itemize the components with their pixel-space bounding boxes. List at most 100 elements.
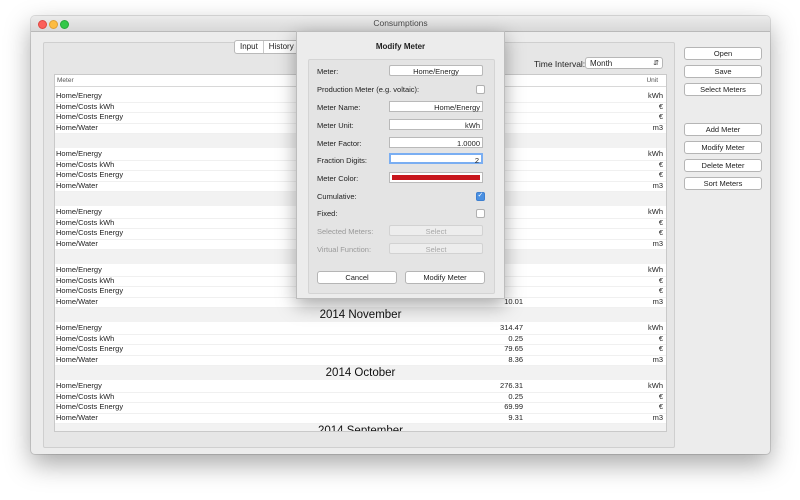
dialog-title: Modify Meter <box>375 42 426 51</box>
meter-name-cell: Home/Water <box>56 354 98 364</box>
unit-cell: kWh <box>648 207 663 216</box>
column-header-meter[interactable]: Meter <box>57 77 74 84</box>
value-cell: 0.25 <box>508 391 523 401</box>
save-button[interactable]: Save <box>684 65 762 78</box>
meter-name-cell: Home/Water <box>56 296 98 306</box>
meter-name-cell: Home/Costs Energy <box>56 112 124 121</box>
value-cell: 79.65 <box>504 344 523 353</box>
unit-cell: m3 <box>652 296 663 306</box>
title-bar: Consumptions <box>31 16 770 32</box>
meter-name-cell: Home/Energy <box>56 207 102 216</box>
selected-meters-button[interactable]: Select <box>389 225 483 236</box>
meter-name-cell: Home/Costs kWh <box>56 217 115 227</box>
unit-cell: kWh <box>648 381 663 390</box>
unit-cell: kWh <box>648 149 663 158</box>
sort-meters-button[interactable]: Sort Meters <box>684 177 762 190</box>
time-interval-label: Time Interval: <box>534 59 586 69</box>
tab-input[interactable]: Input <box>235 41 263 53</box>
unit-cell: kWh <box>648 265 663 274</box>
fixed-checkbox[interactable] <box>476 209 485 218</box>
unit-cell: m3 <box>652 180 663 190</box>
unit-cell: m3 <box>652 412 663 422</box>
time-interval-select[interactable]: Month ⇵ <box>585 57 663 69</box>
column-header-unit[interactable]: Unit <box>646 77 658 84</box>
unit-cell: € <box>658 112 663 121</box>
chevron-updown-icon: ⇵ <box>653 60 659 67</box>
production-meter-checkbox[interactable] <box>476 85 485 94</box>
unit-cell: € <box>658 217 663 227</box>
fraction-digits-field[interactable]: 2 <box>389 153 483 165</box>
value-cell: 10.01 <box>504 296 523 306</box>
cumulative-label: Cumulative: <box>317 192 357 201</box>
add-meter-button[interactable]: Add Meter <box>684 123 762 136</box>
table-row[interactable]: Home/Water 9.31 m3 <box>55 412 666 424</box>
value-cell: 276.31 <box>500 381 523 390</box>
unit-cell: kWh <box>648 323 663 332</box>
tab-history[interactable]: History <box>262 41 299 53</box>
unit-cell: € <box>658 333 663 343</box>
meter-name-cell: Home/Water <box>56 238 98 248</box>
fraction-digits-label: Fraction Digits: <box>317 156 368 165</box>
meter-unit-field[interactable]: kWh <box>389 119 483 130</box>
cumulative-checkbox[interactable] <box>476 191 485 201</box>
unit-cell: € <box>658 344 663 353</box>
meter-name-cell: Home/Water <box>56 180 98 190</box>
unit-cell: € <box>658 170 663 179</box>
unit-cell: m3 <box>652 238 663 248</box>
color-swatch <box>392 175 480 180</box>
open-button[interactable]: Open <box>684 47 762 60</box>
modify-meter-button[interactable]: Modify Meter <box>684 141 762 154</box>
time-interval-value: Month <box>590 59 613 68</box>
period-header: 2014 November <box>55 308 666 322</box>
value-cell: 9.31 <box>508 412 523 422</box>
meter-name-label: Meter Name: <box>317 103 361 112</box>
unit-cell: € <box>658 286 663 295</box>
value-cell: 0.25 <box>508 333 523 343</box>
unit-cell: kWh <box>648 91 663 100</box>
meter-unit-label: Meter Unit: <box>317 121 354 130</box>
unit-cell: € <box>658 228 663 237</box>
meter-name-cell: Home/Costs kWh <box>56 159 115 169</box>
unit-cell: m3 <box>652 354 663 364</box>
table-row[interactable]: Home/Water 8.36 m3 <box>55 354 666 366</box>
value-cell: 8.36 <box>508 354 523 364</box>
value-cell: 69.99 <box>504 402 523 411</box>
meter-name-cell: Home/Energy <box>56 91 102 100</box>
delete-meter-button[interactable]: Delete Meter <box>684 159 762 172</box>
meter-color-label: Meter Color: <box>317 174 359 183</box>
virtual-function-button[interactable]: Select <box>389 243 483 254</box>
meter-name-cell: Home/Energy <box>56 265 102 274</box>
window-title: Consumptions <box>373 18 428 28</box>
meter-name-cell: Home/Energy <box>56 149 102 158</box>
meter-popup[interactable]: Home/Energy <box>389 65 483 76</box>
meter-factor-field[interactable]: 1.0000 <box>389 137 483 148</box>
unit-cell: € <box>658 402 663 411</box>
modify-meter-submit-button[interactable]: Modify Meter <box>405 271 485 284</box>
meter-name-cell: Home/Costs Energy <box>56 402 124 411</box>
meter-name-field[interactable]: Home/Energy <box>389 101 483 112</box>
period-header: 2014 October <box>55 366 666 380</box>
meter-label: Meter: <box>317 67 339 76</box>
meter-name-cell: Home/Water <box>56 412 98 422</box>
unit-cell: € <box>658 275 663 285</box>
unit-cell: € <box>658 101 663 111</box>
meter-name-cell: Home/Energy <box>56 323 102 332</box>
period-header: 2014 September <box>55 424 666 431</box>
value-cell: 314.47 <box>500 323 523 332</box>
select-meters-button[interactable]: Select Meters <box>684 83 762 96</box>
meter-name-cell: Home/Costs Energy <box>56 170 124 179</box>
meter-name-cell: Home/Costs kWh <box>56 275 115 285</box>
fixed-label: Fixed: <box>317 209 338 218</box>
unit-cell: € <box>658 391 663 401</box>
meter-name-cell: Home/Costs kWh <box>56 101 115 111</box>
meter-name-cell: Home/Water <box>56 122 98 132</box>
production-meter-label: Production Meter (e.g. voltaic): <box>317 85 420 94</box>
meter-name-cell: Home/Costs Energy <box>56 344 124 353</box>
meter-name-cell: Home/Costs Energy <box>56 286 124 295</box>
meter-color-well[interactable] <box>389 172 483 183</box>
unit-cell: m3 <box>652 122 663 132</box>
unit-cell: € <box>658 159 663 169</box>
meter-name-cell: Home/Energy <box>56 381 102 390</box>
meter-name-cell: Home/Costs kWh <box>56 333 115 343</box>
cancel-button[interactable]: Cancel <box>317 271 397 284</box>
